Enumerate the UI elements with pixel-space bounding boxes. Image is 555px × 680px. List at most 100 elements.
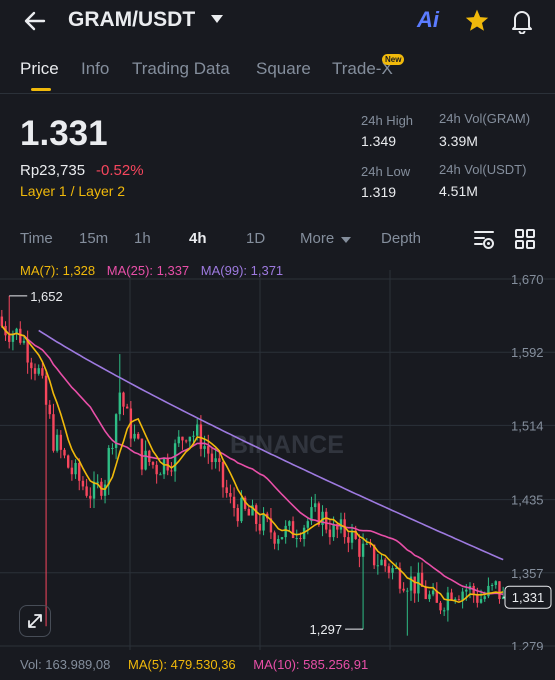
interval-15m[interactable]: 15m (79, 230, 108, 247)
last-price-marker: 1,331 (503, 585, 552, 609)
candle-body (11, 334, 15, 342)
candle-body (280, 537, 284, 539)
candle-body (236, 508, 239, 522)
candle-body (140, 438, 144, 470)
candle-body (155, 464, 158, 475)
favorite-star-icon[interactable] (464, 8, 490, 34)
binance-watermark: BINANCE (230, 431, 344, 459)
y-tick-label: 1,592 (511, 345, 544, 360)
candle-body (218, 458, 221, 463)
candle-body (428, 594, 431, 600)
tab-price[interactable]: Price (20, 59, 59, 79)
top-bar: GRAM/USDT Ai (0, 0, 555, 42)
tab-trading-data[interactable]: Trading Data (132, 59, 230, 79)
candle-body (457, 599, 461, 601)
fullscreen-button[interactable] (19, 605, 51, 637)
high-marker-label: 1,652 (30, 289, 63, 304)
candle-body (96, 481, 99, 483)
candle-body (66, 455, 70, 468)
volume-legend: Vol: 163.989,08 MA(5): 479.530,36 MA(10)… (20, 657, 382, 672)
candle-body (70, 467, 74, 475)
candle-body (33, 368, 37, 374)
candle-body (365, 543, 368, 545)
candle-body (391, 568, 394, 573)
vol-base-value: 3.39M (439, 133, 478, 149)
candle-body (8, 335, 11, 342)
ma25-line (1, 325, 504, 596)
candle-body (328, 529, 332, 538)
interval-4h[interactable]: 4h (189, 230, 207, 247)
chevron-down-icon[interactable] (211, 14, 223, 24)
interval-depth[interactable]: Depth (381, 230, 421, 247)
candle-body (291, 521, 295, 539)
candle-body (225, 487, 228, 494)
candle-body (162, 458, 166, 475)
trading-pair-title[interactable]: GRAM/USDT (68, 8, 195, 32)
candle-body (151, 462, 155, 465)
candle-body (332, 523, 335, 538)
candle-body (37, 368, 40, 374)
candle-body (59, 434, 63, 450)
back-arrow-icon[interactable] (22, 8, 48, 34)
candle-body (406, 590, 409, 592)
candle-body (210, 453, 214, 463)
high-24h-label: 24h High (361, 113, 414, 128)
more-caret-icon[interactable] (341, 236, 351, 244)
candle-body (431, 590, 435, 595)
interval-more[interactable]: More (300, 230, 334, 247)
interval-1h[interactable]: 1h (134, 230, 151, 247)
candle-body (258, 523, 262, 531)
category-tag[interactable]: Layer 1 / Layer 2 (20, 183, 125, 199)
candle-body (184, 440, 188, 442)
vol-base-label: 24h Vol(GRAM) (439, 111, 531, 126)
candle-body (48, 404, 51, 415)
fiat-price: Rp23,735 (20, 162, 86, 179)
candle-body (111, 447, 114, 449)
candle-body (85, 486, 88, 496)
candle-body (144, 450, 147, 470)
candle-body (384, 559, 387, 567)
candle-body (439, 602, 442, 611)
chart-settings-icon[interactable] (473, 228, 495, 250)
candle-body (494, 581, 497, 585)
interval-bar: Time 15m 1h 4h 1D More Depth (0, 226, 555, 254)
grid-layout-icon[interactable] (514, 228, 536, 250)
candle-body (306, 521, 309, 528)
candle-body (78, 462, 81, 481)
interval-time[interactable]: Time (20, 230, 53, 247)
ai-assistant-icon[interactable]: Ai (417, 7, 439, 33)
candle-body (0, 316, 4, 326)
tab-square[interactable]: Square (256, 59, 311, 79)
active-tab-indicator (31, 88, 51, 91)
candle-body (487, 585, 490, 597)
detail-tabs: Price Info Trading Data Square Trade-X N… (0, 48, 555, 94)
candle-body (325, 511, 328, 530)
price-chart[interactable]: BINANCE 1,670 1,592 1,514 1,435 1,357 1,279 1… (0, 255, 555, 650)
candle-body (92, 481, 96, 499)
candle-body (376, 565, 380, 567)
candle-body (181, 436, 184, 441)
candle-body (122, 392, 125, 407)
tab-info[interactable]: Info (81, 59, 109, 79)
candle-body (170, 470, 173, 472)
candle-body (402, 588, 405, 591)
candle-body (125, 406, 129, 409)
candle-body (137, 433, 140, 439)
y-tick-label: 1,514 (511, 418, 544, 433)
candle-body (442, 610, 446, 612)
ma25-legend: MA(25): 1,337 (106, 263, 190, 278)
y-tick-label: 1,670 (511, 272, 544, 287)
candle-body (483, 596, 486, 600)
notification-bell-icon[interactable] (510, 8, 534, 34)
candle-body (295, 538, 298, 540)
vol-quote-label: 24h Vol(USDT) (439, 162, 527, 177)
candle-body (133, 433, 136, 439)
interval-1d[interactable]: 1D (246, 230, 265, 247)
candle-body (214, 458, 217, 463)
y-tick-label: 1,357 (511, 566, 544, 581)
candle-body (479, 599, 483, 603)
candle-body (240, 497, 243, 522)
candle-body (413, 576, 416, 594)
low-marker-label: 1,297 (310, 622, 343, 637)
candle-body (159, 474, 162, 476)
